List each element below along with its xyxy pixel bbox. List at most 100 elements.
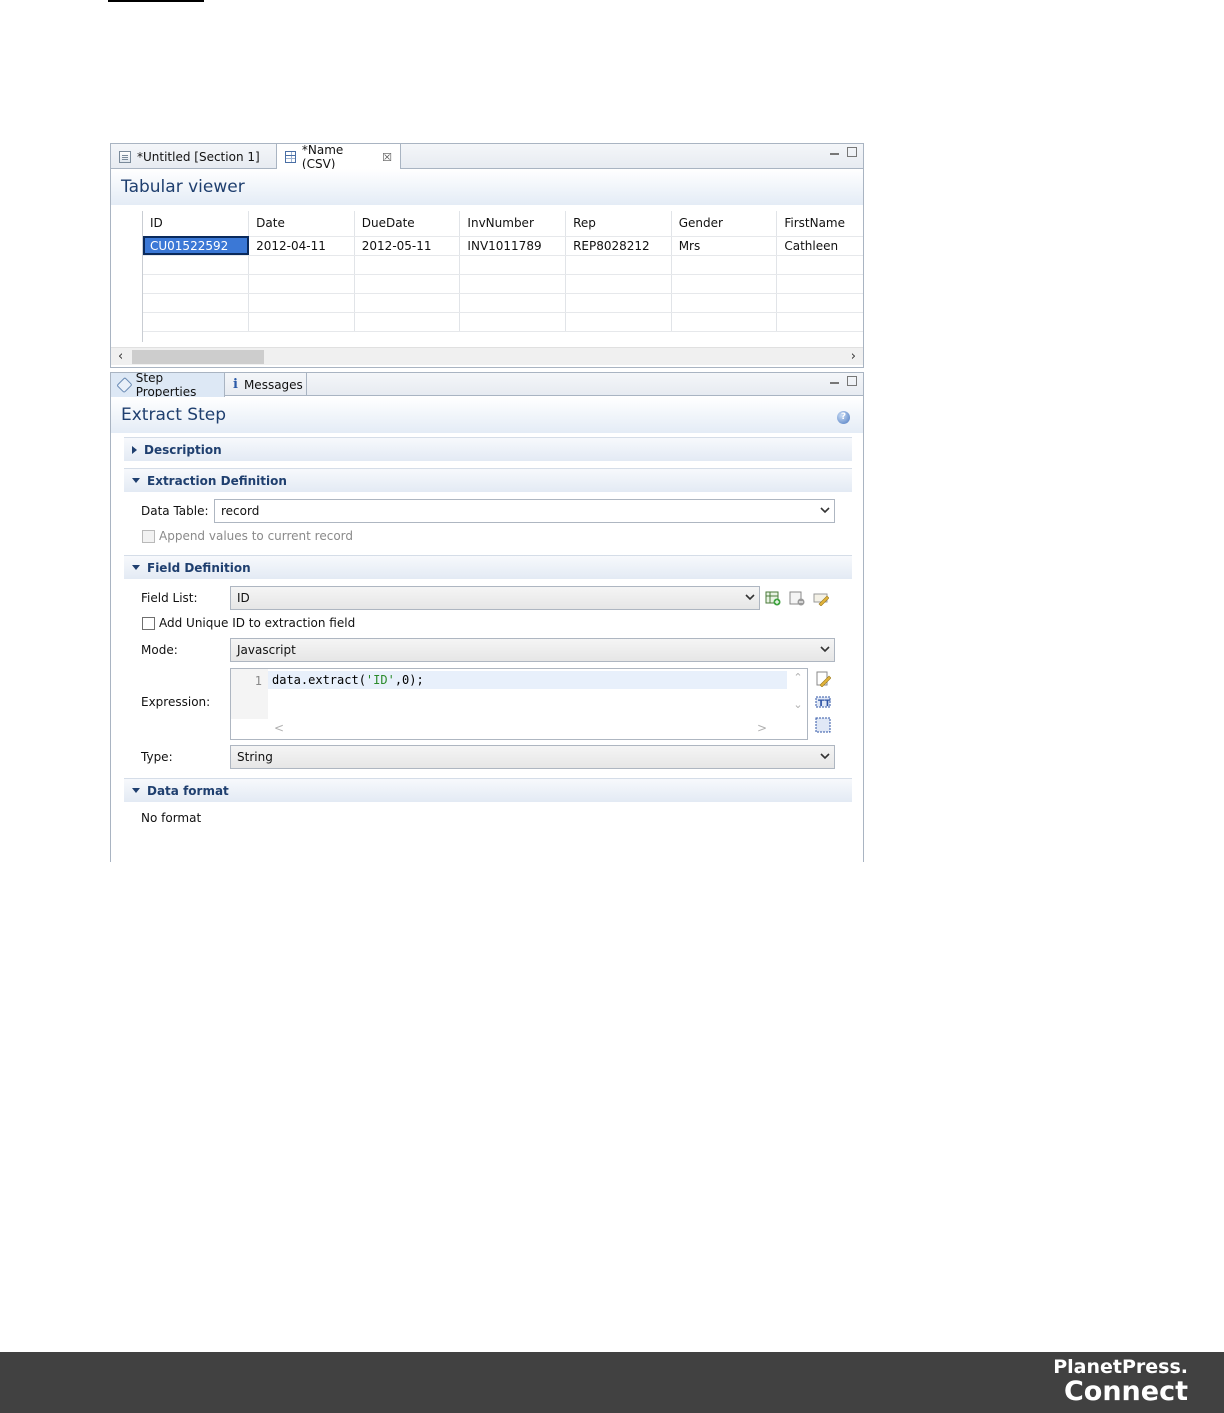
properties-panel: Step Properties i Messages Extract Step …	[110, 371, 864, 862]
scroll-left-icon[interactable]: <	[274, 721, 284, 735]
section-description[interactable]: Description	[124, 437, 852, 461]
close-icon[interactable]: ☒	[382, 151, 392, 164]
line-number-gutter: 1	[231, 669, 268, 719]
section-field-definition[interactable]: Field Definition	[124, 555, 852, 579]
scroll-down-icon[interactable]: ⌄	[789, 698, 807, 711]
chevron-down-icon	[745, 592, 755, 602]
column-header[interactable]: DueDate	[354, 211, 461, 237]
mode-value: Javascript	[237, 643, 296, 657]
chevron-down-icon	[820, 505, 830, 515]
empty-row	[143, 274, 863, 294]
scrollbar-thumb[interactable]	[132, 350, 264, 364]
tab-label: *Name (CSV)	[301, 143, 344, 171]
field-list-label: Field List:	[141, 591, 198, 605]
table-cell[interactable]: Cathleen	[776, 236, 863, 256]
help-icon[interactable]: ?	[837, 411, 850, 424]
expression-label: Expression:	[141, 695, 211, 709]
add-field-icon[interactable]	[765, 590, 781, 606]
expression-editor[interactable]: 1 data.extract('ID',0); ⌃ ⌄ < >	[230, 668, 808, 740]
vertical-scrollbar[interactable]: ⌃ ⌄	[789, 669, 807, 719]
tab-step-properties[interactable]: Step Properties	[111, 371, 225, 399]
unique-id-label: Add Unique ID to extraction field	[159, 616, 356, 630]
svg-text:TT: TT	[818, 699, 831, 709]
tag-icon	[116, 376, 133, 394]
properties-tabbar: Step Properties i Messages	[111, 371, 863, 399]
horizontal-scrollbar[interactable]: < >	[268, 719, 789, 739]
section-title: Data format	[147, 783, 229, 798]
column-header[interactable]: Rep	[565, 211, 672, 237]
chevron-down-icon	[820, 751, 830, 761]
expand-arrow-icon	[132, 445, 137, 454]
minimize-button[interactable]	[830, 147, 839, 155]
column-header[interactable]: FirstName	[776, 211, 863, 237]
data-table-label: Data Table:	[141, 504, 209, 518]
rename-field-icon[interactable]	[813, 590, 830, 607]
tab-messages[interactable]: i Messages	[225, 373, 307, 396]
brand-line-2: Connect	[1063, 1376, 1188, 1407]
editor-panel: *Untitled [Section 1] *Name (CSV) ☒ Tabu…	[110, 143, 864, 368]
table-cell[interactable]: CU01522592	[143, 236, 250, 256]
window-controls	[830, 147, 857, 157]
table-cell[interactable]: INV1011789	[459, 236, 567, 256]
type-select[interactable]: String	[230, 745, 835, 769]
tabular-grid: ID Date DueDate InvNumber Rep Gender Fir…	[143, 211, 863, 332]
scroll-right-icon[interactable]: >	[757, 721, 767, 735]
section-data-format[interactable]: Data format	[124, 778, 852, 802]
collapse-arrow-icon	[132, 565, 140, 570]
edit-script-icon[interactable]	[815, 671, 832, 688]
type-label: Type:	[141, 750, 173, 764]
horizontal-scrollbar[interactable]: ‹ ›	[111, 347, 863, 365]
section-extraction-definition[interactable]: Extraction Definition	[124, 468, 852, 492]
data-table-value: record	[221, 504, 260, 518]
tab-label: *Untitled [Section 1]	[137, 149, 260, 164]
column-header[interactable]: InvNumber	[459, 211, 567, 237]
empty-row	[143, 293, 863, 313]
table-cell[interactable]: 2012-05-11	[354, 236, 461, 256]
empty-row	[143, 255, 863, 275]
code-line[interactable]: data.extract('ID',0);	[268, 671, 787, 689]
table-cell[interactable]: Mrs	[671, 236, 778, 256]
data-table-select[interactable]: record	[214, 499, 835, 523]
step-title: Extract Step	[121, 405, 226, 425]
scroll-up-icon[interactable]: ⌃	[789, 671, 807, 684]
document-icon	[119, 150, 131, 163]
minimize-button[interactable]	[830, 376, 839, 384]
table-row[interactable]: CU01522592 2012-04-11 2012-05-11 INV1011…	[143, 236, 863, 256]
tab-untitled-section[interactable]: *Untitled [Section 1]	[111, 144, 277, 169]
empty-row	[143, 312, 863, 332]
scroll-right-icon[interactable]: ›	[851, 349, 856, 364]
mode-label: Mode:	[141, 643, 178, 657]
section-title: Extraction Definition	[147, 473, 287, 488]
tab-name-csv[interactable]: *Name (CSV) ☒	[277, 143, 401, 171]
header-row: ID Date DueDate InvNumber Rep Gender Fir…	[143, 211, 863, 237]
code-text: data.extract(	[272, 673, 366, 687]
region-selection-icon[interactable]	[815, 717, 831, 733]
column-header[interactable]: ID	[143, 211, 250, 237]
info-icon: i	[233, 377, 238, 392]
collapse-arrow-icon	[132, 478, 140, 483]
column-header[interactable]: Date	[248, 211, 355, 237]
collapse-arrow-icon	[132, 788, 140, 793]
type-value: String	[237, 750, 273, 764]
table-icon	[285, 151, 296, 163]
column-header[interactable]: Gender	[671, 211, 778, 237]
table-cell[interactable]: REP8028212	[565, 236, 672, 256]
brand-logo: PlanetPress. Connect	[1053, 1358, 1188, 1407]
code-text: ,0);	[394, 673, 424, 687]
delete-field-icon[interactable]	[789, 590, 805, 606]
field-list-select[interactable]: ID	[230, 586, 760, 610]
table-cell[interactable]: 2012-04-11	[248, 236, 355, 256]
unique-id-checkbox[interactable]	[142, 617, 155, 630]
form-title: Extract Step ?	[111, 397, 863, 433]
footer-bar: PlanetPress. Connect	[0, 1352, 1224, 1413]
section-title: Description	[144, 442, 222, 457]
mode-select[interactable]: Javascript	[230, 638, 835, 662]
maximize-button[interactable]	[847, 147, 857, 157]
maximize-button[interactable]	[847, 376, 857, 386]
append-values-checkbox[interactable]	[142, 530, 155, 543]
data-table: ID Date DueDate InvNumber Rep Gender Fir…	[142, 211, 863, 342]
text-selection-icon[interactable]: TT	[815, 694, 831, 710]
format-value: No format	[141, 811, 202, 825]
scroll-left-icon[interactable]: ‹	[118, 349, 123, 364]
code-string: 'ID'	[365, 673, 395, 687]
